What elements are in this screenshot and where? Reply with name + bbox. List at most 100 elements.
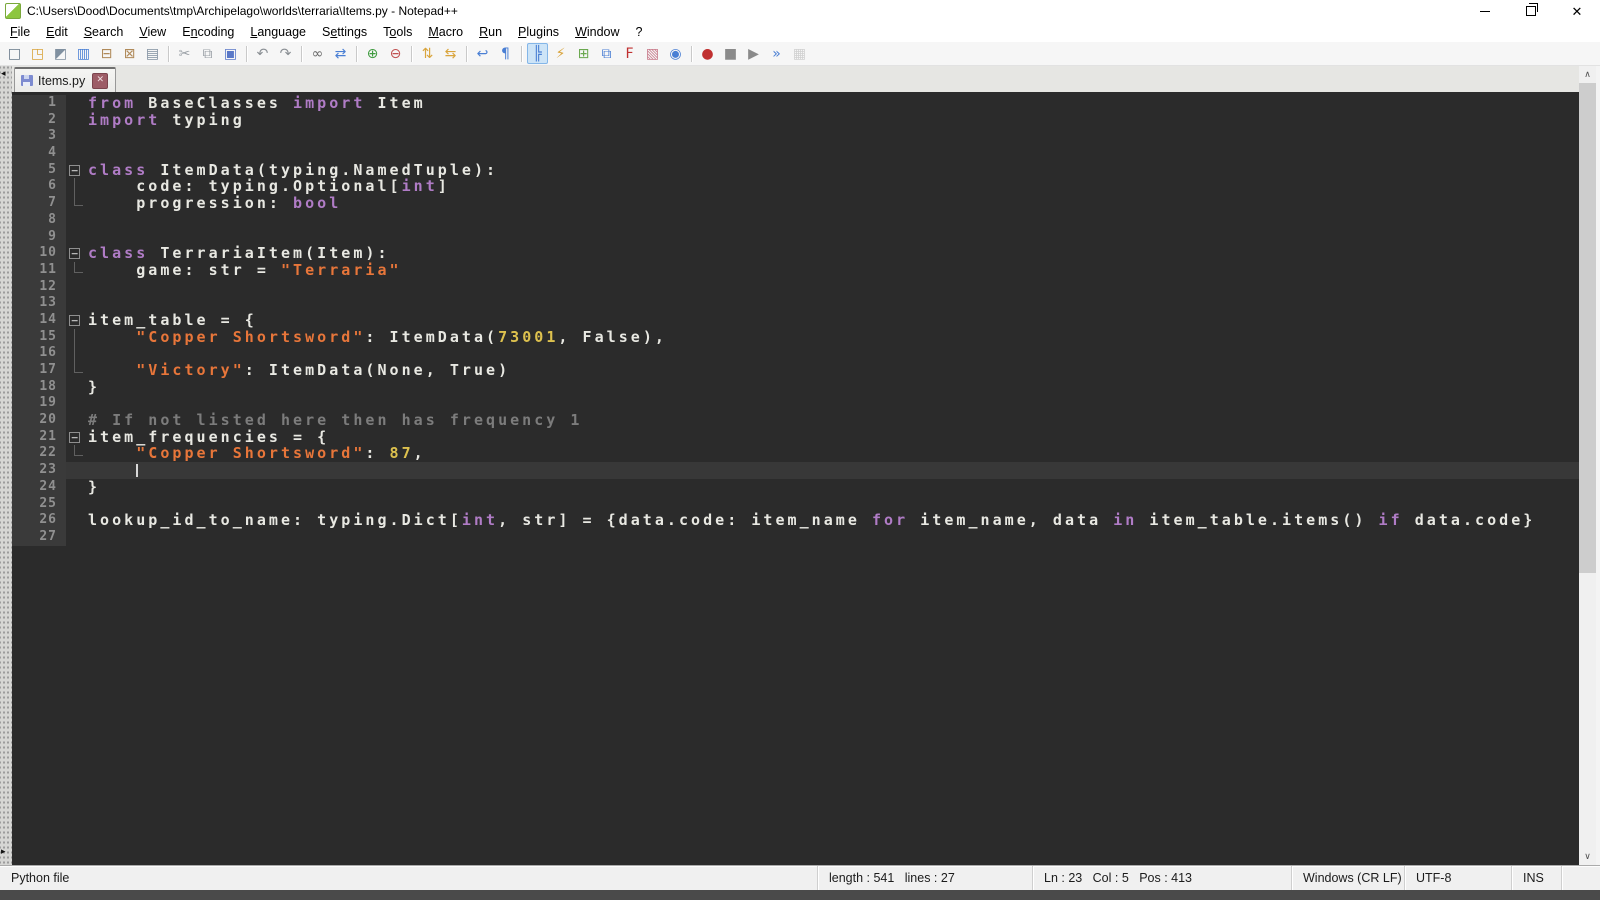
copy-icon[interactable]: ⧉ bbox=[197, 43, 218, 64]
save-all-icon[interactable]: ▥ bbox=[73, 43, 94, 64]
menu-settings[interactable]: Settings bbox=[314, 23, 375, 41]
dock-collapse-left-icon[interactable]: ◂ bbox=[1, 70, 6, 79]
show-all-characters-icon[interactable]: ¶ bbox=[495, 43, 516, 64]
menu-search[interactable]: Search bbox=[76, 23, 132, 41]
scroll-up-icon[interactable]: ∧ bbox=[1579, 66, 1596, 83]
code-line[interactable]: 24} bbox=[12, 479, 1579, 496]
menu-view[interactable]: View bbox=[131, 23, 174, 41]
restore-icon bbox=[1526, 6, 1536, 16]
code-line[interactable]: 20# If not listed here then has frequenc… bbox=[12, 412, 1579, 429]
code-line[interactable]: 12 bbox=[12, 279, 1579, 296]
undo-icon[interactable]: ↶ bbox=[252, 43, 273, 64]
function-list-icon[interactable]: ⚡ bbox=[550, 43, 571, 64]
monitoring-document-icon[interactable]: F bbox=[619, 43, 640, 64]
code-line[interactable]: 11 game: str = "Terraria" bbox=[12, 262, 1579, 279]
code-line[interactable]: 2import typing bbox=[12, 112, 1579, 129]
code-text: from BaseClasses import Item bbox=[86, 95, 1579, 112]
run-macro-multiple-times-icon[interactable]: » bbox=[766, 43, 787, 64]
code-line[interactable]: 25 bbox=[12, 496, 1579, 513]
menu-plugins[interactable]: Plugins bbox=[510, 23, 567, 41]
menu-window[interactable]: Window bbox=[567, 23, 627, 41]
view-eye-icon[interactable]: ◉ bbox=[665, 43, 686, 64]
scrollbar-track[interactable] bbox=[1579, 83, 1596, 848]
show-indent-guide-icon[interactable]: ╠ bbox=[527, 43, 548, 64]
save-recorded-macro-icon[interactable]: ▦ bbox=[789, 43, 810, 64]
record-macro-icon[interactable]: ● bbox=[697, 43, 718, 64]
close-all-files-icon[interactable]: ⊠ bbox=[119, 43, 140, 64]
line-number: 23 bbox=[12, 462, 66, 479]
code-editor[interactable]: 1from BaseClasses import Item2import typ… bbox=[12, 92, 1579, 865]
word-wrap-icon[interactable]: ↩ bbox=[472, 43, 493, 64]
status-cursor-position: Ln : 23 Col : 5 Pos : 413 bbox=[1033, 866, 1292, 890]
fold-collapse-icon[interactable] bbox=[66, 162, 86, 179]
fold-collapse-icon[interactable] bbox=[66, 245, 86, 262]
new-file-icon[interactable]: □ bbox=[4, 43, 25, 64]
menu-language[interactable]: Language bbox=[242, 23, 314, 41]
fold-collapse-icon[interactable] bbox=[66, 312, 86, 329]
menu-tools[interactable]: Tools bbox=[375, 23, 420, 41]
code-line[interactable]: 10class TerrariaItem(Item): bbox=[12, 245, 1579, 262]
find-icon[interactable]: ∞ bbox=[307, 43, 328, 64]
close-file-icon[interactable]: ⊟ bbox=[96, 43, 117, 64]
close-button[interactable]: ✕ bbox=[1554, 0, 1600, 22]
code-line[interactable]: 3 bbox=[12, 128, 1579, 145]
code-line[interactable]: 6 code: typing.Optional[int] bbox=[12, 178, 1579, 195]
code-text: "Copper Shortsword": 87, bbox=[86, 445, 1579, 462]
scroll-down-icon[interactable]: ∨ bbox=[1579, 848, 1596, 865]
document-list-icon[interactable]: ⧉ bbox=[596, 43, 617, 64]
menu-encoding[interactable]: Encoding bbox=[174, 23, 242, 41]
tab-items-py[interactable]: Items.py ✕ bbox=[14, 67, 116, 92]
redo-icon[interactable]: ↷ bbox=[275, 43, 296, 64]
print-icon[interactable]: ▤ bbox=[142, 43, 163, 64]
paste-icon[interactable]: ▣ bbox=[220, 43, 241, 64]
menu-run[interactable]: Run bbox=[471, 23, 510, 41]
menu-help[interactable]: ? bbox=[628, 23, 651, 41]
sync-scroll-vertical-icon[interactable]: ⇅ bbox=[417, 43, 438, 64]
code-line[interactable]: 27 bbox=[12, 529, 1579, 546]
code-line[interactable]: 16 bbox=[12, 345, 1579, 362]
minimize-button[interactable] bbox=[1462, 0, 1508, 22]
code-line[interactable]: 26lookup_id_to_name: typing.Dict[int, st… bbox=[12, 512, 1579, 529]
code-text: class ItemData(typing.NamedTuple): bbox=[86, 162, 1579, 179]
toolbar-separator bbox=[411, 46, 412, 62]
code-line[interactable]: 15 "Copper Shortsword": ItemData(73001, … bbox=[12, 329, 1579, 346]
code-line[interactable]: 23 bbox=[12, 462, 1579, 479]
menu-edit[interactable]: Edit bbox=[38, 23, 76, 41]
code-line[interactable]: 22 "Copper Shortsword": 87, bbox=[12, 445, 1579, 462]
zoom-out-icon[interactable]: ⊖ bbox=[385, 43, 406, 64]
code-line[interactable]: 4 bbox=[12, 145, 1579, 162]
code-line[interactable]: 19 bbox=[12, 395, 1579, 412]
code-line[interactable]: 8 bbox=[12, 212, 1579, 229]
code-line[interactable]: 18} bbox=[12, 379, 1579, 396]
sync-scroll-horizontal-icon[interactable]: ⇆ bbox=[440, 43, 461, 64]
menu-file[interactable]: File bbox=[2, 23, 38, 41]
code-line[interactable]: 7 progression: bool bbox=[12, 195, 1579, 212]
code-line[interactable]: 9 bbox=[12, 229, 1579, 246]
code-line[interactable]: 5class ItemData(typing.NamedTuple): bbox=[12, 162, 1579, 179]
tab-close-icon[interactable]: ✕ bbox=[92, 73, 108, 89]
replace-icon[interactable]: ⇄ bbox=[330, 43, 351, 64]
document-map-icon[interactable]: ⊞ bbox=[573, 43, 594, 64]
code-text: } bbox=[86, 379, 1579, 396]
restore-button[interactable] bbox=[1508, 0, 1554, 22]
dock-expand-right-icon[interactable]: ▸ bbox=[1, 848, 6, 857]
code-line[interactable]: 13 bbox=[12, 295, 1579, 312]
folder-as-workspace-icon[interactable]: ▧ bbox=[642, 43, 663, 64]
code-line[interactable]: 21item_frequencies = { bbox=[12, 429, 1579, 446]
menu-macro[interactable]: Macro bbox=[420, 23, 471, 41]
code-line[interactable]: 1from BaseClasses import Item bbox=[12, 95, 1579, 112]
scrollbar-thumb[interactable] bbox=[1579, 83, 1596, 573]
save-file-icon[interactable]: ◩ bbox=[50, 43, 71, 64]
fold-margin bbox=[66, 529, 86, 546]
playback-macro-icon[interactable]: ▶ bbox=[743, 43, 764, 64]
open-file-icon[interactable]: ◳ bbox=[27, 43, 48, 64]
fold-collapse-icon[interactable] bbox=[66, 429, 86, 446]
vertical-scrollbar[interactable]: ∧ ∨ bbox=[1579, 66, 1596, 865]
stop-recording-icon[interactable]: ■ bbox=[720, 43, 741, 64]
cut-icon[interactable]: ✂ bbox=[174, 43, 195, 64]
code-line[interactable]: 17 "Victory": ItemData(None, True) bbox=[12, 362, 1579, 379]
dock-panel-strip[interactable]: ◂ ▸ bbox=[0, 66, 12, 865]
code-text bbox=[86, 128, 1579, 145]
zoom-in-icon[interactable]: ⊕ bbox=[362, 43, 383, 64]
code-line[interactable]: 14item_table = { bbox=[12, 312, 1579, 329]
